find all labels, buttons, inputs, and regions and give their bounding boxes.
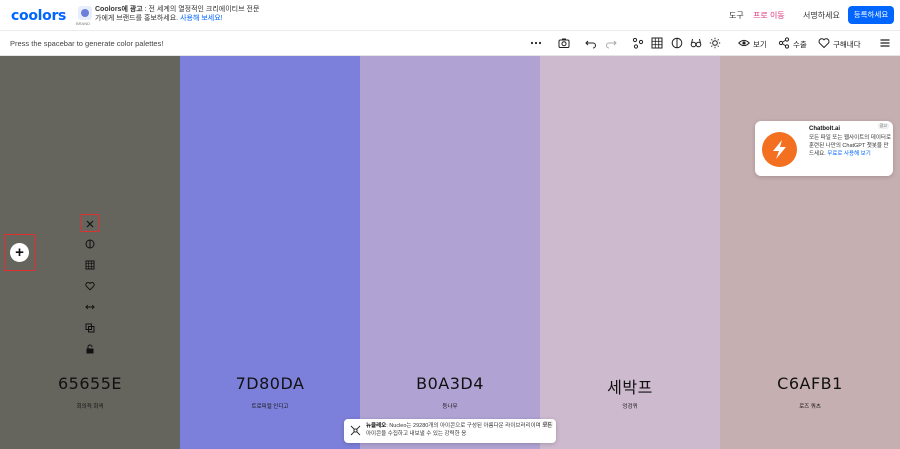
nucleo-ad-banner[interactable]: 광고 뉴클레오: Nucleo는 29280개의 아이콘으로 구성된 아름다운 …	[344, 419, 556, 443]
ad-tag: 광고	[877, 123, 889, 129]
hex-code[interactable]: 65655E	[0, 374, 180, 393]
coolors-logo[interactable]: coolors	[11, 8, 66, 24]
top-header: coolors BRAND Coolors에 광고 : 전 세계의 열정적인 크…	[0, 0, 900, 31]
heart-icon[interactable]	[818, 37, 830, 49]
color-swatch-5[interactable]: C6AFB1 로즈 쿼츠	[720, 56, 900, 449]
nav-sign-in-link[interactable]: 서명하세요	[803, 10, 840, 21]
color-blindness-glasses-icon[interactable]	[690, 37, 702, 49]
chatbolt-cta-link[interactable]: 무료로 사용해 보기	[827, 151, 871, 157]
view-button-label[interactable]: 보기	[753, 39, 767, 50]
hex-code[interactable]: C6AFB1	[720, 374, 900, 393]
nucleo-ad-body: : Nucleo는 29280개의 아이콘으로 구성된 아름다운 라이브러리이며…	[366, 423, 553, 437]
camera-icon[interactable]	[558, 37, 570, 49]
shades-icon[interactable]	[81, 235, 99, 253]
contrast-icon[interactable]	[671, 37, 683, 49]
grid-shades-icon[interactable]	[81, 256, 99, 274]
palette-toolbar: Press the spacebar to generate color pal…	[0, 31, 900, 56]
nucleo-logo-icon	[350, 425, 361, 436]
nucleo-ad-title: 뉴클레오	[366, 423, 387, 429]
spacebar-hint: Press the spacebar to generate color pal…	[10, 39, 164, 48]
more-options-icon[interactable]	[530, 37, 542, 49]
nav-tools-link[interactable]: 도구	[729, 10, 744, 21]
redo-icon[interactable]	[605, 37, 617, 49]
sign-up-button[interactable]: 등록하세요	[848, 6, 894, 24]
hex-code[interactable]: 세박프	[540, 374, 720, 398]
remove-color-icon[interactable]	[81, 214, 99, 232]
share-icon[interactable]	[778, 37, 790, 49]
nucleo-ad-text: 뉴클레오: Nucleo는 29280개의 아이콘으로 구성된 아름다운 라이브…	[366, 422, 554, 438]
brightness-icon[interactable]	[709, 37, 721, 49]
hex-code[interactable]: 7D80DA	[180, 374, 360, 393]
hamburger-menu-icon[interactable]	[879, 37, 891, 49]
header-ad-link[interactable]: 사용해 보세요!	[180, 15, 223, 22]
color-name: 엉겅퀴	[622, 404, 638, 410]
chatbolt-title: Chatbolt.ai	[809, 126, 840, 132]
drag-arrows-icon[interactable]	[81, 298, 99, 316]
add-color-button[interactable]: +	[10, 243, 29, 262]
header-ad-text: Coolors에 광고 : 전 세계의 열정적인 크리에이티브 전문가에게 브랜…	[95, 5, 265, 23]
eye-icon[interactable]	[738, 37, 750, 49]
color-swatch-2[interactable]: 7D80DA 트로피컬 인디고	[180, 56, 360, 449]
color-name: 회의적 회색	[76, 404, 104, 410]
copy-icon[interactable]	[81, 319, 99, 337]
grid-view-icon[interactable]	[651, 37, 663, 49]
color-name: 등나무	[442, 404, 458, 410]
brand-ad-icon-label: BRAND	[76, 21, 91, 26]
add-color-area: +	[4, 234, 35, 271]
undo-icon[interactable]	[585, 37, 597, 49]
color-swatch-3[interactable]: B0A3D4 등나무	[360, 56, 540, 449]
chatbolt-ad-card[interactable]: 광고 Chatbolt.ai 모든 파일 또는 웹사이트의 데이터로 훈련된 나…	[755, 121, 893, 176]
brand-ad-icon	[78, 6, 92, 20]
lock-icon[interactable]	[81, 340, 99, 358]
adjust-palette-icon[interactable]	[632, 37, 644, 49]
chatbolt-body: 모든 파일 또는 웹사이트의 데이터로 훈련된 나만의 ChatGPT 챗봇을 …	[809, 134, 891, 158]
color-name: 로즈 쿼츠	[799, 404, 821, 410]
color-swatch-4[interactable]: 세박프 엉겅퀴	[540, 56, 720, 449]
export-button-label[interactable]: 수출	[793, 39, 807, 50]
nav-go-pro-link[interactable]: 프로 이동	[753, 10, 785, 21]
header-ad-title: Coolors에 광고	[95, 6, 143, 13]
chatbolt-logo-icon	[762, 132, 797, 167]
color-name: 트로피컬 인디고	[251, 404, 289, 410]
save-button-label[interactable]: 구해내다	[833, 39, 861, 50]
color-palette: 65655E 회의적 회색 7D80DA 트로피컬 인디고 B0A3D4 등나무…	[0, 56, 900, 449]
favorite-heart-icon[interactable]	[81, 277, 99, 295]
hex-code[interactable]: B0A3D4	[360, 374, 540, 393]
